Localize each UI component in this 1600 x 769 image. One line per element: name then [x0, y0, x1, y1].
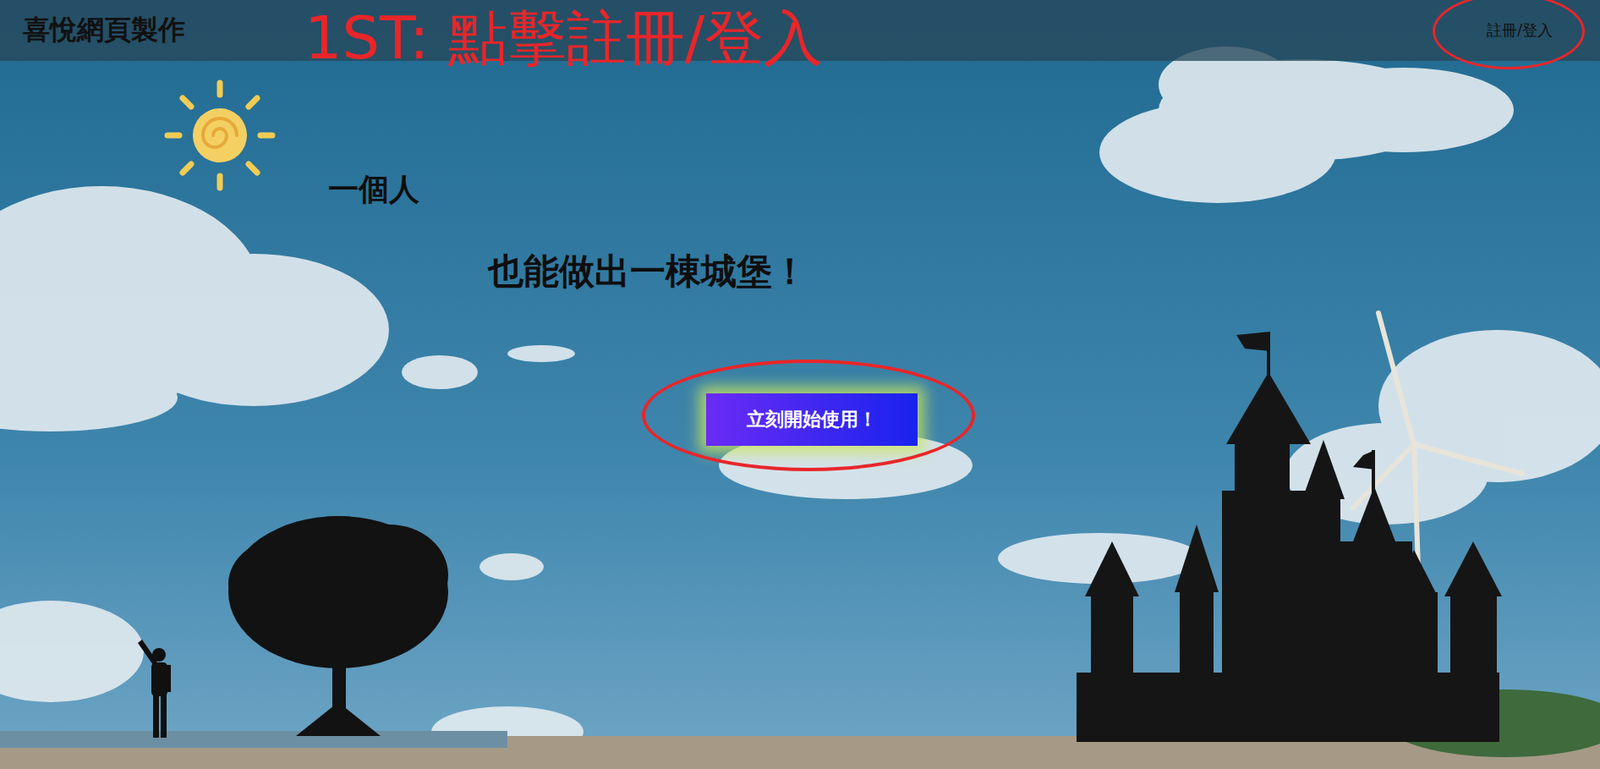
background-illustration	[0, 0, 1600, 769]
auth-area: 註冊/登入	[1473, 11, 1567, 50]
register-login-link[interactable]: 註冊/登入	[1486, 21, 1553, 39]
brand-title[interactable]: 喜悅網頁製作	[22, 11, 186, 50]
highlight-ellipse	[641, 359, 976, 472]
cta-area: 立刻開始使用！	[706, 393, 918, 446]
hero-line: 一個人	[328, 169, 1600, 211]
hero-line: 也能做出一棟城堡！	[487, 247, 1600, 296]
highlight-ellipse	[1432, 0, 1585, 70]
landing-page: 喜悅網頁製作 1ST: 點擊註冊/登入 註冊/登入 一個人 也能做出一棟城堡！ …	[0, 0, 1600, 769]
top-bar: 喜悅網頁製作 1ST: 點擊註冊/登入 註冊/登入	[0, 0, 1600, 61]
sun-icon	[167, 82, 273, 188]
step-annotation: 1ST: 點擊註冊/登入	[304, 3, 823, 73]
hero: 一個人 也能做出一棟城堡！ 立刻開始使用！	[0, 60, 1600, 769]
start-button[interactable]: 立刻開始使用！	[706, 393, 918, 446]
